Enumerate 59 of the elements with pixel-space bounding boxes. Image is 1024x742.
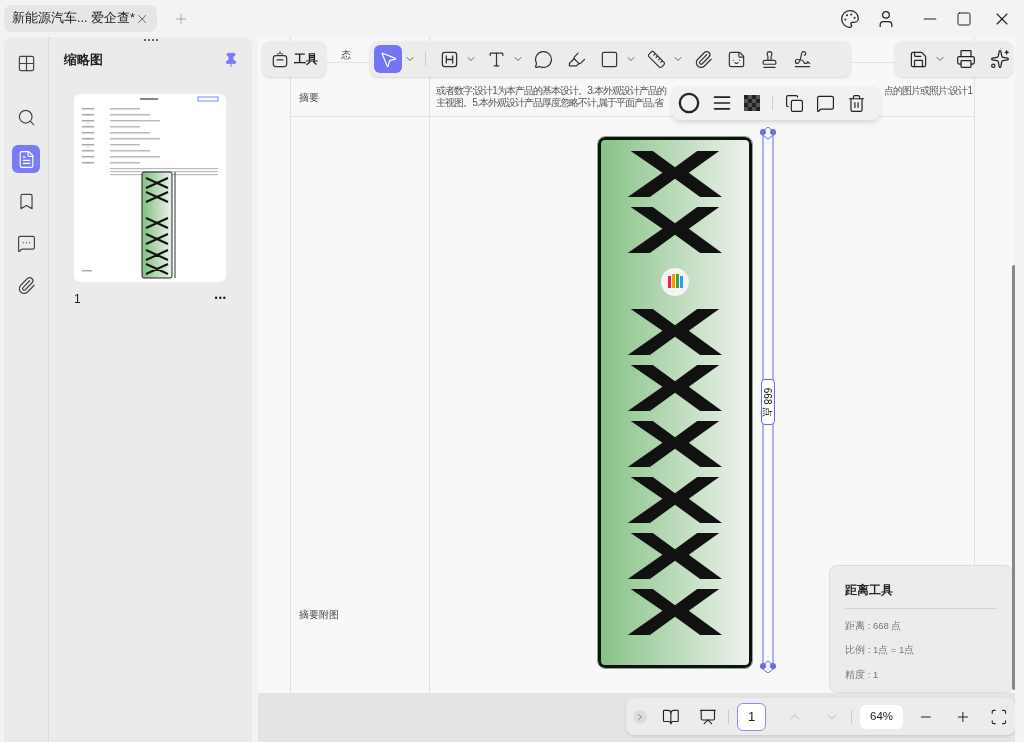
paperclip-icon	[693, 49, 713, 69]
row-label: 摘要附图	[299, 609, 339, 620]
row-label: 摘要	[299, 92, 319, 103]
page-thumbnail[interactable]	[74, 93, 226, 282]
toolbox-icon	[270, 49, 290, 69]
comment-icon	[533, 49, 553, 69]
line-weight-icon[interactable]	[712, 93, 732, 113]
drag-handle[interactable]	[144, 39, 158, 42]
printer-icon[interactable]	[956, 49, 976, 69]
tools-button[interactable]: 工具	[262, 41, 326, 77]
scrollbar[interactable]	[1012, 265, 1015, 690]
paperclip-icon	[16, 275, 36, 295]
summary-text: 或者数字;设计1为本产品的基本设计。3.本外观设计产品的	[436, 85, 667, 97]
plate-character: X	[626, 472, 724, 528]
heading-icon	[439, 49, 459, 69]
row-label: 态	[341, 49, 351, 60]
save-icon[interactable]	[909, 49, 928, 69]
measurement-label: 668 点	[761, 379, 775, 425]
presentation-icon[interactable]	[698, 707, 717, 726]
signature-icon	[792, 49, 812, 69]
plate-character: X	[626, 304, 724, 360]
summary-text: 主视图。5.本外观设计产品厚度忽略不计,属于平面产品,省	[436, 97, 664, 109]
tab-title: 新能源汽车... 爱企查*	[12, 10, 135, 28]
page-number: 1	[74, 290, 81, 308]
zoom-field[interactable]: 64%	[860, 704, 903, 729]
plate-logo-icon	[660, 267, 690, 297]
comment-icon	[16, 233, 36, 253]
rectangle-icon	[599, 49, 619, 69]
fit-page-icon[interactable]	[990, 707, 1008, 726]
page-field[interactable]: 1	[737, 702, 766, 731]
summary-text: 点的图片或照片:设计1	[884, 85, 972, 97]
pin-icon[interactable]	[223, 51, 239, 68]
sparkle-icon[interactable]	[990, 49, 1010, 69]
book-icon[interactable]	[661, 707, 680, 726]
copy-icon[interactable]	[785, 93, 804, 113]
stroke-circle-icon[interactable]	[678, 92, 700, 114]
apps-icon	[16, 53, 36, 73]
plate-character: X	[626, 416, 724, 472]
info-text: 距离 : 668 点	[845, 619, 903, 633]
plate-character: X	[626, 584, 724, 640]
plate-character: X	[626, 146, 724, 202]
delete-icon[interactable]	[847, 93, 866, 113]
search-icon	[16, 107, 36, 127]
info-text: 精度 : 1	[845, 667, 880, 682]
palette-icon[interactable]	[840, 8, 860, 29]
document-tab[interactable]: 新能源汽车... 爱企查*	[4, 5, 157, 32]
measurement-line[interactable]	[758, 127, 778, 673]
plate-character: X	[626, 202, 724, 258]
panel-title: 缩略图	[64, 51, 103, 69]
sidebar-button[interactable]	[12, 145, 40, 173]
more-button[interactable]: •••	[214, 294, 227, 303]
plate-character: X	[626, 360, 724, 416]
ruler-icon	[646, 49, 666, 69]
sticker-icon	[726, 49, 746, 69]
plate-character: X	[626, 528, 724, 584]
panel-title: 距离工具	[845, 581, 997, 609]
info-text: 比例 : 1点 = 1点	[845, 643, 916, 658]
comment-icon[interactable]	[816, 93, 835, 113]
maximize-icon[interactable]	[956, 10, 972, 27]
